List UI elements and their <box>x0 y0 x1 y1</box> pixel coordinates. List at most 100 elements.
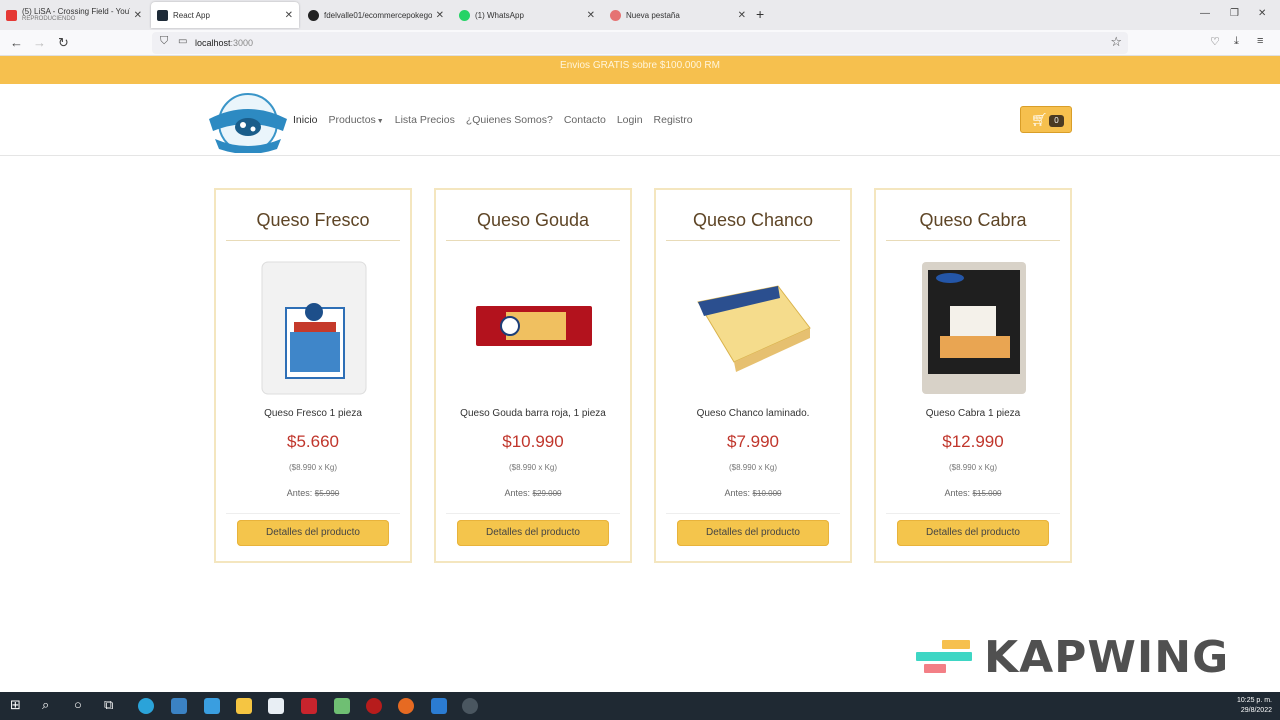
previous-price-label: Antes: <box>944 488 971 498</box>
tab-youtube[interactable]: (5) LiSA - Crossing Field - YouT REPRODUC… <box>0 2 148 28</box>
tab-whatsapp[interactable]: (1) WhatsApp ✕ <box>453 2 601 28</box>
product-title: Queso Fresco <box>256 210 370 230</box>
app-red-icon[interactable] <box>366 698 382 714</box>
store-icon[interactable] <box>171 698 187 714</box>
nav-inicio[interactable]: Inicio <box>293 114 318 126</box>
clock-date: 29/8/2022 <box>1240 707 1272 714</box>
product-details-button[interactable]: Detalles del producto <box>677 520 829 546</box>
react-icon <box>157 9 168 21</box>
previous-price: Antes: $10.000 <box>660 488 846 498</box>
cortana-icon[interactable]: ○ <box>74 697 82 712</box>
edge-icon[interactable] <box>138 698 154 714</box>
address-bar[interactable]: ⛉ ▭ localhost:3000 ☆ <box>152 32 1128 54</box>
product-price: $10.990 <box>502 432 564 451</box>
brave-icon[interactable] <box>301 698 317 714</box>
watermark-bar <box>916 652 972 661</box>
previous-price-value: $5.990 <box>314 489 340 498</box>
taskbar: ⊞ ⌕ ○ ⧉ 10:25 p. m. 29/8/2022 <box>0 692 1280 720</box>
close-icon[interactable]: ✕ <box>285 10 293 21</box>
nav-productos-label: Productos <box>328 114 376 126</box>
firefox-icon <box>610 9 621 21</box>
nav-registro[interactable]: Registro <box>654 114 693 126</box>
tab-react-app[interactable]: React App ✕ <box>151 2 299 28</box>
product-image[interactable] <box>916 258 1032 398</box>
product-details-button[interactable]: Detalles del producto <box>897 520 1049 546</box>
new-tab-button[interactable]: + <box>756 6 764 22</box>
divider <box>226 513 400 514</box>
windows-start-icon[interactable]: ⊞ <box>10 697 21 713</box>
download-icon[interactable]: ⤓ <box>1234 35 1239 48</box>
divider <box>666 240 840 241</box>
close-icon[interactable]: ✕ <box>134 10 142 21</box>
product-title: Queso Chanco <box>692 210 814 230</box>
restore-button[interactable]: ❐ <box>1230 8 1239 19</box>
nav-contacto[interactable]: Contacto <box>564 114 606 126</box>
reload-icon[interactable]: ↻ <box>58 35 69 51</box>
cart-button[interactable]: 🛒︎ 0 <box>1020 106 1072 133</box>
lacteos-valle-logo[interactable] <box>207 89 289 153</box>
previous-price: Antes: $15.000 <box>880 488 1066 498</box>
previous-price-label: Antes: <box>724 488 751 498</box>
product-details-button[interactable]: Detalles del producto <box>457 520 609 546</box>
product-card: Queso Cabra Queso Cabra 1 pieza $12.990 … <box>874 188 1072 563</box>
forward-arrow-icon[interactable]: → <box>33 35 46 50</box>
close-icon[interactable]: ✕ <box>587 10 595 21</box>
nav-quienes-somos[interactable]: ¿Quienes Somos? <box>466 114 553 126</box>
product-price: $5.660 <box>287 432 339 451</box>
previous-price-value: $10.000 <box>752 489 782 498</box>
product-card: Queso Chanco Queso Chanco laminado. $7.9… <box>654 188 852 563</box>
window-close-button[interactable]: ✕ <box>1258 8 1266 19</box>
nav-login[interactable]: Login <box>617 114 643 126</box>
firefox-icon[interactable] <box>398 698 414 714</box>
price-per-kg: ($8.990 x Kg) <box>288 463 338 472</box>
tab-title: (5) LiSA - Crossing Field - YouT <box>22 7 130 16</box>
tab-github[interactable]: fdelvalle01/ecommercepokegoo ✕ <box>302 2 450 28</box>
divider <box>226 240 400 241</box>
previous-price-label: Antes: <box>286 488 313 498</box>
close-icon[interactable]: ✕ <box>436 10 444 21</box>
shield-icon[interactable]: ⛉ <box>160 35 168 48</box>
page-icon: ▭ <box>178 36 188 47</box>
vscode-icon[interactable] <box>431 698 447 714</box>
calendar-icon[interactable] <box>268 698 284 714</box>
pocket-icon[interactable]: ♡ <box>1210 35 1220 48</box>
watermark-text: KAPWING <box>984 632 1230 683</box>
bookmark-star-icon[interactable]: ☆ <box>1110 34 1122 50</box>
app-l-icon[interactable] <box>204 698 220 714</box>
minecraft-icon[interactable] <box>334 698 350 714</box>
divider <box>886 240 1060 241</box>
url-text[interactable]: localhost:3000 <box>195 38 253 48</box>
tab-new[interactable]: Nueva pestaña ✕ <box>604 2 752 28</box>
nav-productos[interactable]: Productos▼ <box>329 114 384 126</box>
product-image[interactable] <box>256 258 372 398</box>
product-image[interactable] <box>476 258 592 398</box>
divider <box>446 240 620 241</box>
obs-icon[interactable] <box>462 698 478 714</box>
back-arrow-icon[interactable]: ← <box>10 35 23 50</box>
kapwing-watermark: KAPWING <box>916 632 1240 683</box>
menu-icon[interactable]: ≡ <box>1257 35 1263 47</box>
product-card: Queso Fresco Queso Fresco 1 pieza $5.660… <box>214 188 412 563</box>
product-title: Queso Cabra <box>919 210 1027 230</box>
product-name: Queso Cabra 1 pieza <box>925 408 1021 419</box>
promo-banner: Envios GRATIS sobre $100.000 RM <box>0 56 1280 84</box>
tab-title: fdelvalle01/ecommercepokegoo <box>324 10 432 20</box>
close-icon[interactable]: ✕ <box>738 10 746 21</box>
folder-icon[interactable] <box>236 698 252 714</box>
watermark-bar <box>924 664 946 673</box>
product-details-button[interactable]: Detalles del producto <box>237 520 389 546</box>
price-per-kg: ($8.990 x Kg) <box>508 463 558 472</box>
search-icon[interactable]: ⌕ <box>42 697 49 713</box>
minimize-button[interactable]: — <box>1200 8 1210 19</box>
previous-price: Antes: $5.990 <box>220 488 406 498</box>
product-name: Queso Chanco laminado. <box>696 408 810 419</box>
system-clock[interactable]: 10:25 p. m. 29/8/2022 <box>1237 696 1272 716</box>
site-header: Inicio Productos▼ Lista Precios ¿Quienes… <box>0 84 1280 156</box>
product-image[interactable] <box>696 258 812 398</box>
tab-title: Nueva pestaña <box>626 10 680 20</box>
product-price: $12.990 <box>942 432 1004 451</box>
nav-lista-precios[interactable]: Lista Precios <box>395 114 455 126</box>
product-card: Queso Gouda Queso Gouda barra roja, 1 pi… <box>434 188 632 563</box>
task-view-icon[interactable]: ⧉ <box>104 697 113 713</box>
browser-nav-bar: ← → ↻ ⛉ ▭ localhost:3000 ☆ ♡ ⤓ ≡ <box>0 30 1280 56</box>
